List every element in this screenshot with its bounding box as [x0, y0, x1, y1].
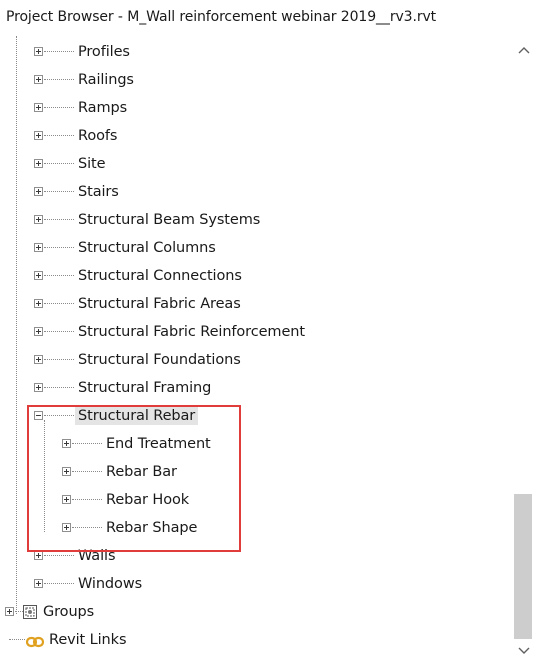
tree-item-label: Stairs: [78, 184, 119, 200]
tree-item-stairs[interactable]: Stairs: [0, 178, 510, 206]
scrollbar-thumb[interactable]: [514, 494, 532, 639]
expand-icon[interactable]: [34, 383, 43, 392]
expand-icon[interactable]: [34, 103, 43, 112]
chevron-up-icon[interactable]: [514, 40, 534, 60]
tree-item-label: Ramps: [78, 100, 128, 116]
expand-icon[interactable]: [34, 271, 43, 280]
tree-item-label: Windows: [78, 576, 143, 592]
tree-item-label: End Treatment: [106, 436, 211, 452]
tree-item-label: Groups: [43, 604, 95, 620]
tree-connector: [72, 443, 102, 444]
expand-icon[interactable]: [34, 187, 43, 196]
tree-item-profiles[interactable]: Profiles: [0, 38, 510, 66]
expand-icon[interactable]: [34, 131, 43, 140]
tree-item-rebar-bar[interactable]: Rebar Bar: [0, 458, 510, 486]
tree-item-structural-columns[interactable]: Structural Columns: [0, 234, 510, 262]
tree-item-ramps[interactable]: Ramps: [0, 94, 510, 122]
tree-item-label: Structural Framing: [78, 380, 212, 396]
tree-item-structural-foundations[interactable]: Structural Foundations: [0, 346, 510, 374]
expand-icon[interactable]: [34, 551, 43, 560]
tree-item-structural-rebar[interactable]: Structural Rebar: [0, 402, 510, 430]
tree-connector: [44, 79, 74, 80]
tree-item-label: Structural Columns: [78, 240, 216, 256]
tree-item-structural-fabric-reinforcement[interactable]: Structural Fabric Reinforcement: [0, 318, 510, 346]
tree-item-structural-beam-systems[interactable]: Structural Beam Systems: [0, 206, 510, 234]
tree-item-structural-fabric-areas[interactable]: Structural Fabric Areas: [0, 290, 510, 318]
tree-item-label: Structural Connections: [78, 268, 242, 284]
tree-item-label: Structural Fabric Areas: [78, 296, 241, 312]
tree-item-label: Revit Links: [49, 632, 127, 648]
expand-icon[interactable]: [34, 215, 43, 224]
vertical-scrollbar[interactable]: [514, 36, 534, 661]
expand-icon[interactable]: [34, 579, 43, 588]
expand-icon[interactable]: [34, 327, 43, 336]
tree-connector: [44, 135, 74, 136]
tree-item-railings[interactable]: Railings: [0, 66, 510, 94]
tree-connector: [72, 527, 102, 528]
window-title: Project Browser - M_Wall reinforcement w…: [6, 9, 437, 25]
tree-item-label: Structural Beam Systems: [78, 212, 261, 228]
tree-item-label: Structural Rebar: [75, 407, 199, 425]
tree-item-label: Rebar Bar: [106, 464, 177, 480]
tree-connector: [72, 499, 102, 500]
tree-connector: [44, 303, 74, 304]
chevron-down-icon[interactable]: [514, 641, 534, 661]
project-browser-tree[interactable]: Profiles Railings Ramps Roofs Site Stairs Stru…: [0, 36, 514, 661]
tree-item-label: Walls: [78, 548, 116, 564]
tree-item-label: Rebar Shape: [106, 520, 198, 536]
tree-connector: [44, 191, 74, 192]
expand-icon[interactable]: [34, 75, 43, 84]
tree-item-structural-connections[interactable]: Structural Connections: [0, 262, 510, 290]
expand-icon[interactable]: [34, 243, 43, 252]
expand-icon[interactable]: [34, 355, 43, 364]
tree-item-label: Site: [78, 156, 106, 172]
tree-connector: [44, 583, 74, 584]
tree-connector: [44, 247, 74, 248]
tree-connector: [44, 107, 74, 108]
tree-item-label: Structural Fabric Reinforcement: [78, 324, 305, 340]
tree-connector: [44, 51, 74, 52]
tree-item-rebar-shape[interactable]: Rebar Shape: [0, 514, 510, 542]
tree-connector: [44, 275, 74, 276]
tree-connector: [44, 219, 74, 220]
groups-icon: [23, 604, 37, 619]
tree-item-site[interactable]: Site: [0, 150, 510, 178]
expand-icon[interactable]: [62, 495, 71, 504]
expand-icon[interactable]: [34, 299, 43, 308]
tree-item-label: Structural Foundations: [78, 352, 241, 368]
tree-connector: [44, 359, 74, 360]
tree-connector: [44, 415, 74, 416]
tree-connector: [44, 163, 74, 164]
tree-item-windows[interactable]: Windows: [0, 570, 510, 598]
tree-item-label: Railings: [78, 72, 134, 88]
tree-item-end-treatment[interactable]: End Treatment: [0, 430, 510, 458]
tree-connector: [44, 555, 74, 556]
tree-item-label: Profiles: [78, 44, 130, 60]
expand-icon[interactable]: [62, 439, 71, 448]
tree-connector: [44, 387, 74, 388]
tree-connector: [72, 471, 102, 472]
tree-item-revit-links[interactable]: Revit Links: [0, 626, 510, 654]
expand-icon[interactable]: [62, 467, 71, 476]
tree-connector: [44, 331, 74, 332]
tree-item-walls[interactable]: Walls: [0, 542, 510, 570]
tree-item-label: Roofs: [78, 128, 118, 144]
tree-item-roofs[interactable]: Roofs: [0, 122, 510, 150]
expand-icon[interactable]: [34, 47, 43, 56]
tree-connector: [15, 611, 23, 612]
expand-icon[interactable]: [5, 607, 14, 616]
expand-icon[interactable]: [34, 159, 43, 168]
tree-item-label: Rebar Hook: [106, 492, 190, 508]
tree-connector: [9, 639, 25, 640]
revit-links-icon: [25, 633, 45, 648]
tree-item-structural-framing[interactable]: Structural Framing: [0, 374, 510, 402]
tree-item-groups[interactable]: Groups: [0, 598, 510, 626]
expand-icon[interactable]: [62, 523, 71, 532]
collapse-icon[interactable]: [34, 411, 43, 420]
tree-item-rebar-hook[interactable]: Rebar Hook: [0, 486, 510, 514]
